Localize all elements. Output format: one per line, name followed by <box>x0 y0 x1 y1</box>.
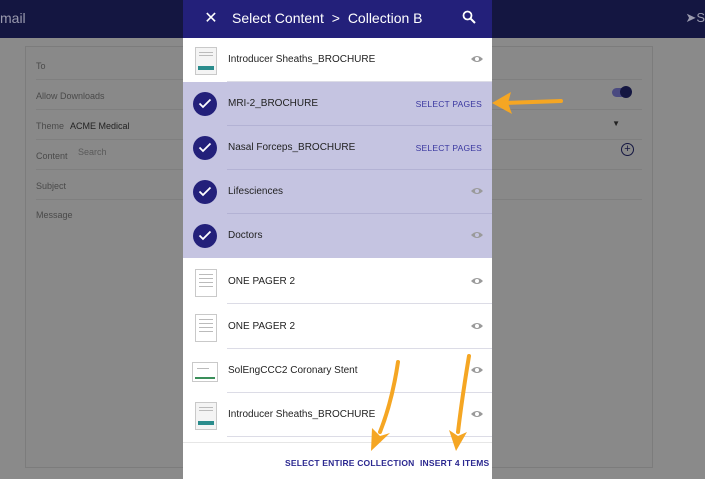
list-item[interactable]: Lifesciences <box>183 170 492 214</box>
document-thumbnail <box>195 47 217 75</box>
item-name: ONE PAGER 2 <box>228 321 296 332</box>
document-thumbnail <box>192 362 218 382</box>
message-label: Message <box>36 210 73 220</box>
item-name: SolEngCCC2 Coronary Stent <box>228 365 358 376</box>
content-list: Introducer Sheaths_BROCHURE MRI-2_BROCHU… <box>183 38 492 442</box>
select-content-dialog: ✕ Select Content > Collection B Introduc… <box>183 0 492 479</box>
item-name: Lifesciences <box>228 186 284 197</box>
document-thumbnail <box>195 269 217 297</box>
document-thumbnail <box>195 402 217 430</box>
content-search-input[interactable]: Search <box>78 147 107 157</box>
search-icon <box>462 10 476 24</box>
to-label: To <box>36 61 46 71</box>
app-title: mail <box>0 10 26 26</box>
checkmark-icon[interactable] <box>193 180 217 204</box>
eye-icon[interactable] <box>470 276 484 286</box>
breadcrumb-separator: > <box>331 10 340 26</box>
list-item[interactable]: ONE PAGER 2 <box>183 305 492 349</box>
select-pages-button[interactable]: SELECT PAGES <box>416 143 482 153</box>
subject-label: Subject <box>36 181 67 191</box>
list-item[interactable]: Doctors <box>183 214 492 258</box>
caret-down-icon: ▼ <box>612 119 620 128</box>
close-button[interactable]: ✕ <box>201 9 221 29</box>
eye-icon[interactable] <box>470 186 484 196</box>
item-name: Introducer Sheaths_BROCHURE <box>228 54 376 65</box>
send-button[interactable]: ➤S <box>685 10 705 26</box>
item-name: Nasal Forceps_BROCHURE <box>228 142 356 153</box>
dialog-title-text: Select Content <box>232 10 324 26</box>
list-item[interactable]: SolEngCCC2 Coronary Stent <box>183 349 492 393</box>
list-item[interactable]: Introducer Sheaths_BROCHURE <box>183 393 492 437</box>
select-pages-button[interactable]: SELECT PAGES <box>416 99 482 109</box>
item-name: Doctors <box>228 230 263 241</box>
item-name: ONE PAGER 2 <box>228 276 296 287</box>
list-item[interactable]: Introducer Sheaths_BROCHURE <box>183 38 492 82</box>
list-item[interactable]: MRI-2_BROCHURE SELECT PAGES <box>183 82 492 126</box>
checkmark-icon[interactable] <box>193 136 217 160</box>
dialog-footer: SELECT ENTIRE COLLECTION INSERT 4 ITEMS <box>183 442 492 479</box>
allow-downloads-toggle[interactable] <box>612 86 632 98</box>
eye-icon[interactable] <box>470 409 484 419</box>
content-label: Content <box>36 151 68 161</box>
checkmark-icon[interactable] <box>193 92 217 116</box>
close-icon: ✕ <box>204 10 218 27</box>
add-content-icon[interactable]: + <box>621 143 634 156</box>
collection-name: Collection B <box>347 10 423 26</box>
dialog-header: ✕ Select Content > Collection B <box>183 0 492 38</box>
checkmark-icon[interactable] <box>193 224 217 248</box>
select-entire-collection-button[interactable]: SELECT ENTIRE COLLECTION <box>285 458 414 468</box>
theme-label: Theme <box>36 121 65 131</box>
search-button[interactable] <box>462 10 480 28</box>
eye-icon[interactable] <box>470 321 484 331</box>
theme-value: ACME Medical <box>70 121 130 131</box>
eye-icon[interactable] <box>470 365 484 375</box>
insert-items-button[interactable]: INSERT 4 ITEMS <box>420 458 489 468</box>
list-item[interactable]: Nasal Forceps_BROCHURE SELECT PAGES <box>183 126 492 170</box>
allow-downloads-label: Allow Downloads <box>36 91 105 101</box>
dialog-title: Select Content > Collection B <box>232 10 423 26</box>
eye-icon[interactable] <box>470 230 484 240</box>
eye-icon[interactable] <box>470 54 484 64</box>
item-name: MRI-2_BROCHURE <box>228 98 319 109</box>
list-item[interactable]: ONE PAGER 2 <box>183 260 492 304</box>
document-thumbnail <box>195 314 217 342</box>
item-name: Introducer Sheaths_BROCHURE <box>228 409 376 420</box>
send-icon: ➤ <box>685 10 697 25</box>
